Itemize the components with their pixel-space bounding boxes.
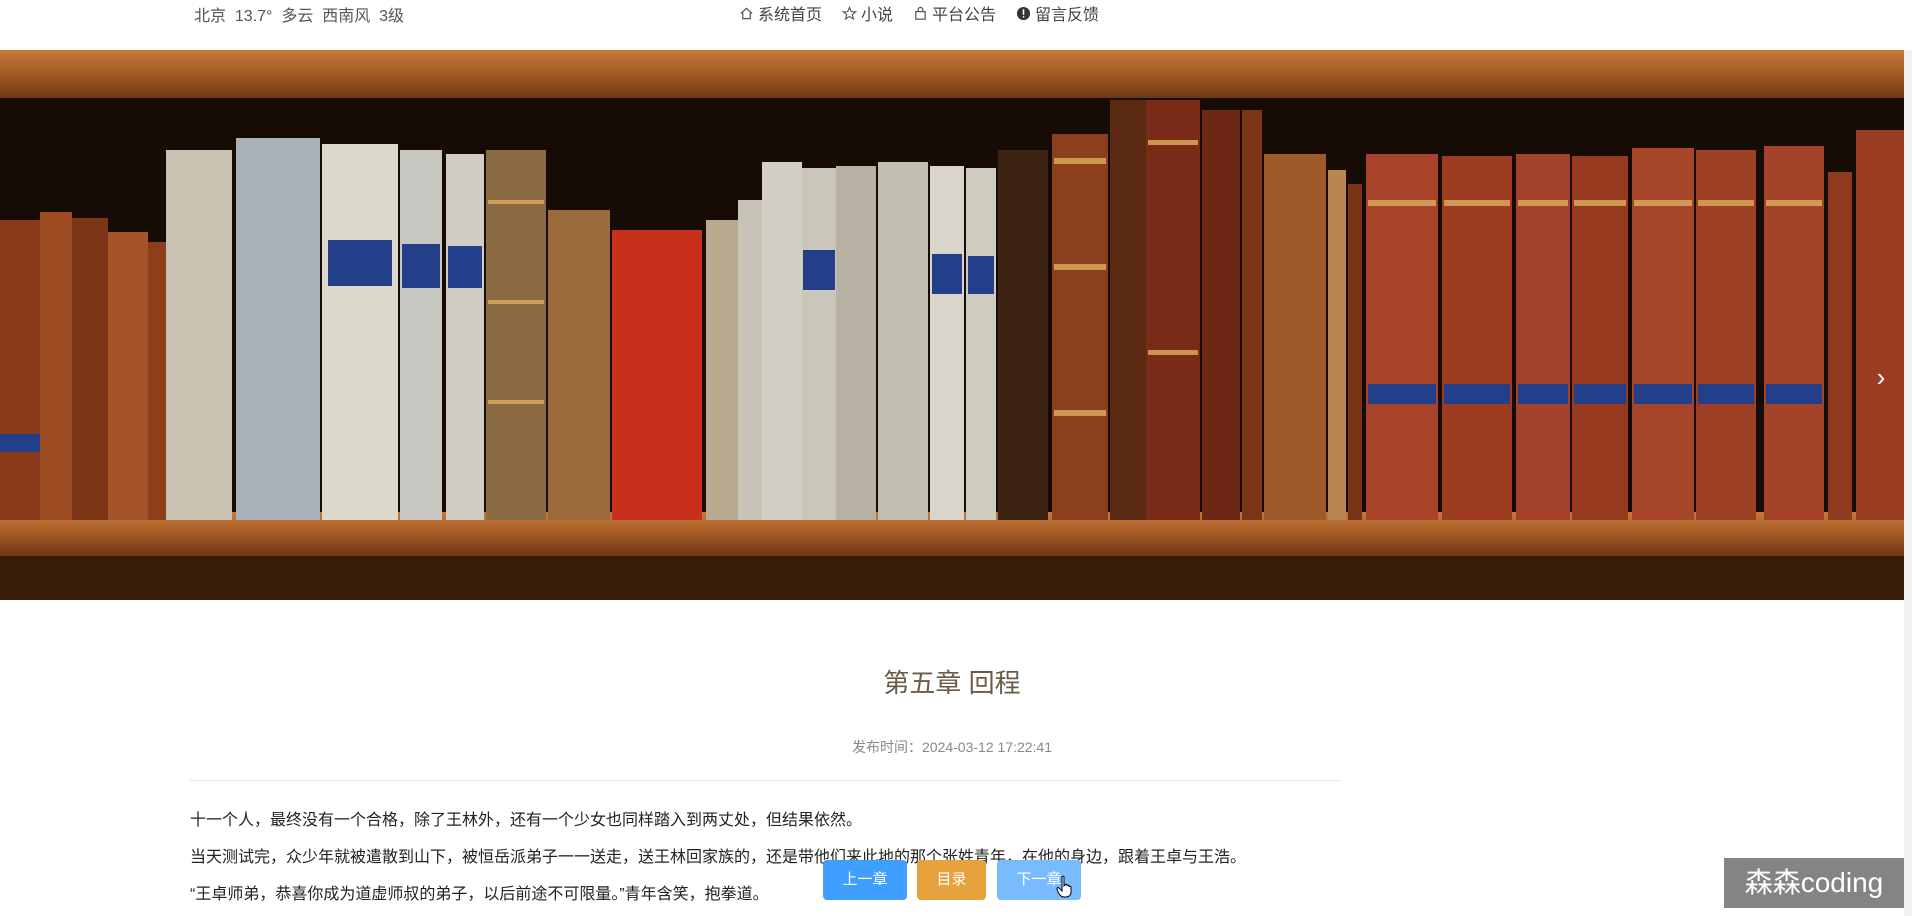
scrollbar[interactable] [1904,50,1912,916]
chapter-paragraph: 十一个人，最终没有一个合格，除了王林外，还有一个少女也同样踏入到两丈处，但结果依… [190,812,863,829]
carousel-next-arrow[interactable]: › [1868,362,1894,392]
nav-label-notice: 平台公告 [932,7,997,24]
warning-icon [1016,6,1031,20]
table-of-contents-button[interactable]: 目录 [917,860,986,900]
top-bar: 北京 13.7° 多云 西南风 3级 系统首页 小说 平台公告 留言反馈 [0,0,1912,50]
chapter-title: 第五章 回程 [883,668,1021,698]
prev-chapter-button[interactable]: 上一章 [823,860,907,900]
star-icon [842,5,858,20]
bag-icon [915,6,926,20]
nav-item-novel[interactable]: 小说 [842,1,893,25]
chapter-paragraph: 当天测试完，众少年就被遣散到山下，被恒岳派弟子一一送走，送王林回家族的，还是带他… [190,849,1247,866]
nav-label-novel: 小说 [861,7,894,24]
home-icon [740,7,753,19]
divider [190,780,1340,781]
bookshelf-image [0,50,1904,600]
hand-cursor-icon [1056,875,1072,898]
banner-carousel: › [0,50,1904,600]
weather-info: 北京 13.7° 多云 西南风 3级 [194,8,405,25]
nav-item-feedback[interactable]: 留言反馈 [1016,1,1099,25]
publish-time: 发布时间：2024-03-12 17:22:41 [852,739,1052,755]
watermark: 森森coding [1724,858,1904,908]
nav-label-feedback: 留言反馈 [1035,7,1100,24]
nav-item-notice[interactable]: 平台公告 [913,1,996,25]
chapter-paragraph: “王卓师弟，恭喜你成为道虚师叔的弟子，以后前途不可限量。”青年含笑，抱拳道。 [190,886,769,903]
main-nav: 系统首页 小说 平台公告 留言反馈 [739,1,1099,25]
nav-item-home[interactable]: 系统首页 [739,1,822,25]
nav-label-home: 系统首页 [758,7,823,24]
